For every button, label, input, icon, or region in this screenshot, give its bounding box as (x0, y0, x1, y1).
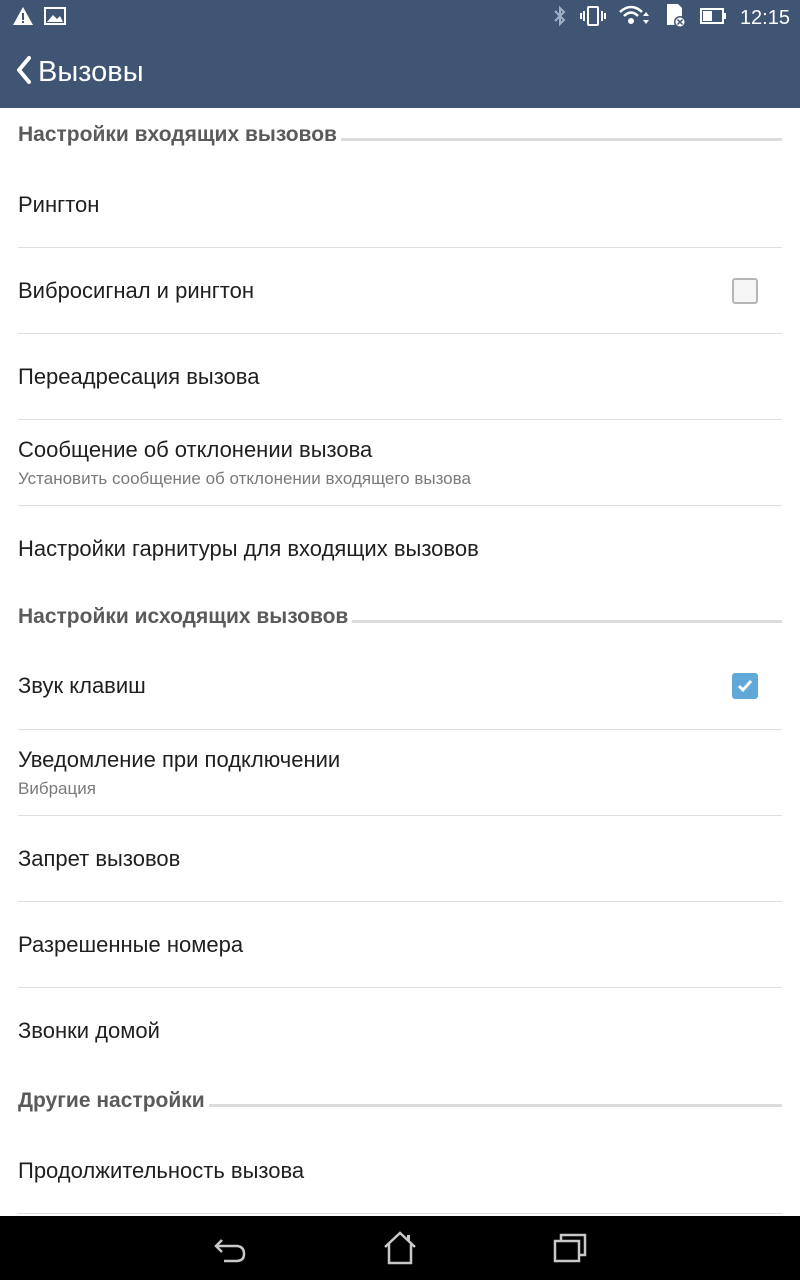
setting-label: Переадресация вызова (18, 363, 260, 389)
setting-call-barring[interactable]: Запрет вызовов (18, 816, 782, 902)
keypad-tones-checkbox[interactable] (732, 672, 758, 699)
section-divider (340, 137, 782, 141)
status-time: 12:15 (739, 6, 790, 29)
action-bar: Вызовы (0, 36, 800, 108)
setting-label: Звонки домой (18, 1018, 160, 1043)
chevron-left-icon (14, 55, 34, 90)
setting-summary: Вибрация (18, 778, 96, 798)
setting-label: Уведомление при подключении (18, 746, 341, 772)
setting-label: Вибросигнал и рингтон (18, 277, 254, 303)
setting-headset[interactable]: Настройки гарнитуры для входящих вызовов (18, 506, 782, 592)
settings-list[interactable]: Настройки входящих вызовов Рингтон Вибро… (0, 108, 800, 1216)
section-divider (208, 1103, 782, 1107)
setting-label: Рингтон (18, 191, 100, 217)
section-header-outgoing: Настройки исходящих вызовов (0, 592, 800, 642)
setting-call-forwarding[interactable]: Переадресация вызова (18, 334, 782, 420)
status-bar: 12:15 (0, 0, 800, 36)
setting-label: Запрет вызовов (18, 845, 181, 871)
setting-connect-notification[interactable]: Уведомление при подключении Вибрация (18, 730, 782, 816)
setting-label: Настройки гарнитуры для входящих вызовов (18, 536, 479, 561)
warning-icon (12, 6, 34, 31)
image-icon (44, 6, 66, 31)
wifi-icon (618, 4, 652, 33)
navigation-bar (0, 1216, 800, 1280)
setting-home-calls[interactable]: Звонки домой (18, 988, 782, 1074)
recent-apps-icon[interactable] (552, 1230, 588, 1266)
back-button[interactable]: Вызовы (14, 52, 144, 92)
section-header-incoming: Настройки входящих вызовов (0, 108, 800, 162)
bluetooth-icon (552, 4, 568, 33)
section-title: Настройки исходящих вызовов (18, 605, 349, 628)
setting-fixed-dialing[interactable]: Разрешенные номера (18, 902, 782, 988)
section-header-other: Другие настройки (0, 1074, 800, 1128)
page-title: Вызовы (38, 55, 144, 88)
setting-summary: Установить сообщение об отклонении входя… (18, 468, 471, 488)
sd-card-icon (664, 3, 688, 34)
section-title: Другие настройки (18, 1089, 205, 1112)
setting-label: Продолжительность вызова (18, 1157, 305, 1183)
setting-label: Разрешенные номера (18, 931, 244, 957)
setting-keypad-tones[interactable]: Звук клавиш (18, 642, 782, 730)
setting-ringtone[interactable]: Рингтон (18, 162, 782, 248)
setting-vibrate-and-ringtone[interactable]: Вибросигнал и рингтон (18, 248, 782, 334)
home-icon[interactable] (382, 1230, 418, 1266)
setting-call-duration[interactable]: Продолжительность вызова (18, 1128, 782, 1214)
vibrate-checkbox[interactable] (732, 277, 758, 304)
back-icon[interactable] (212, 1230, 248, 1266)
section-divider (352, 619, 782, 623)
section-title: Настройки входящих вызовов (18, 123, 337, 146)
setting-label: Сообщение об отклонении вызова (18, 436, 373, 462)
battery-icon (699, 6, 728, 31)
vibrate-icon (579, 4, 606, 33)
setting-label: Звук клавиш (18, 672, 146, 698)
setting-reject-message[interactable]: Сообщение об отклонении вызова Установит… (18, 420, 782, 506)
check-icon (737, 679, 753, 692)
